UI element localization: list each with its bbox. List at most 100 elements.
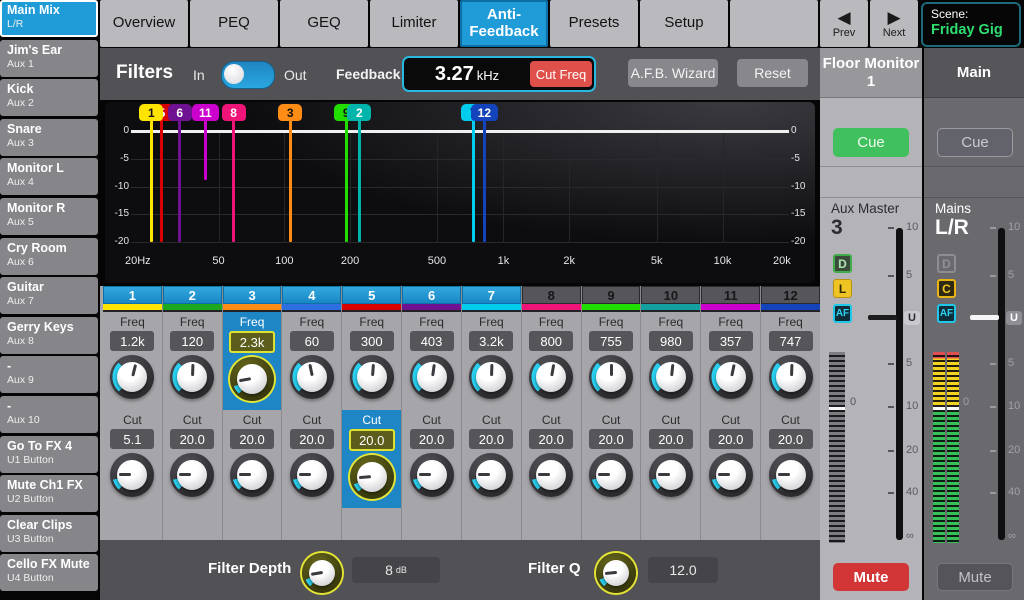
filter-tab-2[interactable]: 2 xyxy=(163,286,222,304)
freq-value-12[interactable]: 747 xyxy=(769,331,813,351)
cut-knob-12[interactable] xyxy=(769,453,813,497)
freq-value-8[interactable]: 800 xyxy=(529,331,573,351)
filter-tab-7[interactable]: 7 xyxy=(462,286,521,304)
filter-q-knob[interactable] xyxy=(596,553,636,593)
filter-depth-value[interactable]: 8dB xyxy=(352,557,440,583)
freq-knob-10[interactable] xyxy=(649,355,693,399)
feedback-marker-tag-12[interactable]: 12 xyxy=(471,104,498,121)
feedback-marker-tag-1[interactable]: 1 xyxy=(139,104,163,121)
sidebar-item-clear-clips[interactable]: Clear ClipsU3 Button xyxy=(0,515,98,552)
freq-value-2[interactable]: 120 xyxy=(170,331,214,351)
filter-tab-6[interactable]: 6 xyxy=(402,286,461,304)
freq-value-9[interactable]: 755 xyxy=(589,331,633,351)
cut-knob-3[interactable] xyxy=(230,453,274,497)
aux-cue-button[interactable]: Cue xyxy=(833,128,909,157)
filter-tab-12[interactable]: 12 xyxy=(761,286,820,304)
main-fader-track[interactable] xyxy=(998,228,1005,540)
filter-tab-11[interactable]: 11 xyxy=(701,286,760,304)
tab-anti-feedback[interactable]: Anti-Feedback xyxy=(460,0,548,47)
freq-value-4[interactable]: 60 xyxy=(290,331,334,351)
sidebar-item-blank[interactable]: -Aux 9 xyxy=(0,356,98,393)
sidebar-item-cry-room[interactable]: Cry RoomAux 6 xyxy=(0,238,98,275)
freq-knob-12[interactable] xyxy=(769,355,813,399)
freq-knob-9[interactable] xyxy=(589,355,633,399)
next-button[interactable]: ▶Next xyxy=(870,0,918,47)
sidebar-item-mute-ch1-fx[interactable]: Mute Ch1 FXU2 Button xyxy=(0,475,98,512)
freq-knob-4[interactable] xyxy=(290,355,334,399)
filters-in-out-toggle[interactable] xyxy=(221,61,275,89)
tab-peq[interactable]: PEQ xyxy=(190,0,278,47)
tab-presets[interactable]: Presets xyxy=(550,0,638,47)
sidebar-item-main-mix[interactable]: Main MixL/R xyxy=(0,0,98,37)
freq-knob-8[interactable] xyxy=(529,355,573,399)
cut-knob-2[interactable] xyxy=(170,453,214,497)
aux-fader-handle[interactable] xyxy=(868,315,897,320)
filter-q-value[interactable]: 12.0 xyxy=(648,557,718,583)
freq-knob-3[interactable] xyxy=(230,357,274,401)
filter-tab-4[interactable]: 4 xyxy=(282,286,341,304)
tab-overview[interactable]: Overview xyxy=(100,0,188,47)
cut-value-12[interactable]: 20.0 xyxy=(769,429,813,449)
cut-value-5[interactable]: 20.0 xyxy=(349,429,395,451)
freq-value-3[interactable]: 2.3k xyxy=(229,331,275,353)
cut-value-8[interactable]: 20.0 xyxy=(529,429,573,449)
sidebar-item-blank[interactable]: -Aux 10 xyxy=(0,396,98,433)
feedback-marker-tag-6[interactable]: 6 xyxy=(168,104,192,121)
prev-button[interactable]: ◀Prev xyxy=(820,0,868,47)
freq-value-1[interactable]: 1.2k xyxy=(110,331,154,351)
filter-tab-3[interactable]: 3 xyxy=(223,286,282,304)
sidebar-item-kick[interactable]: KickAux 2 xyxy=(0,79,98,116)
cut-value-10[interactable]: 20.0 xyxy=(649,429,693,449)
sidebar-item-snare[interactable]: SnareAux 3 xyxy=(0,119,98,156)
feedback-marker-tag-8[interactable]: 8 xyxy=(222,104,246,121)
cut-knob-5[interactable] xyxy=(350,455,394,499)
cut-value-7[interactable]: 20.0 xyxy=(469,429,513,449)
cut-value-2[interactable]: 20.0 xyxy=(170,429,214,449)
cut-knob-6[interactable] xyxy=(410,453,454,497)
feedback-marker-tag-2[interactable]: 2 xyxy=(347,104,371,121)
filter-tab-5[interactable]: 5 xyxy=(342,286,401,304)
cut-knob-8[interactable] xyxy=(529,453,573,497)
filter-tab-1[interactable]: 1 xyxy=(103,286,162,304)
cut-value-4[interactable]: 20.0 xyxy=(290,429,334,449)
filter-depth-knob[interactable] xyxy=(302,553,342,593)
cut-value-6[interactable]: 20.0 xyxy=(410,429,454,449)
tab-limiter[interactable]: Limiter xyxy=(370,0,458,47)
cut-knob-9[interactable] xyxy=(589,453,633,497)
sidebar-item-gerry-keys[interactable]: Gerry KeysAux 8 xyxy=(0,317,98,354)
cut-freq-button[interactable]: Cut Freq xyxy=(530,61,592,87)
sidebar-item-go-to-fx-4[interactable]: Go To FX 4U1 Button xyxy=(0,436,98,473)
main-fader-handle[interactable] xyxy=(970,315,999,320)
cut-value-3[interactable]: 20.0 xyxy=(230,429,274,449)
tab-geq[interactable]: GEQ xyxy=(280,0,368,47)
freq-value-7[interactable]: 3.2k xyxy=(469,331,513,351)
cut-knob-10[interactable] xyxy=(649,453,693,497)
cut-knob-7[interactable] xyxy=(469,453,513,497)
main-cue-button[interactable]: Cue xyxy=(937,128,1013,157)
scene-box[interactable]: Scene: Friday Gig xyxy=(921,2,1021,47)
sidebar-item-monitor-r[interactable]: Monitor RAux 5 xyxy=(0,198,98,235)
sidebar-item-monitor-l[interactable]: Monitor LAux 4 xyxy=(0,158,98,195)
afb-wizard-button[interactable]: A.F.B. Wizard xyxy=(628,59,718,87)
cut-value-9[interactable]: 20.0 xyxy=(589,429,633,449)
cut-knob-1[interactable] xyxy=(110,453,154,497)
cut-value-1[interactable]: 5.1 xyxy=(110,429,154,449)
feedback-marker-tag-3[interactable]: 3 xyxy=(278,104,302,121)
reset-button[interactable]: Reset xyxy=(737,59,808,87)
freq-knob-11[interactable] xyxy=(709,355,753,399)
freq-knob-5[interactable] xyxy=(350,355,394,399)
freq-knob-6[interactable] xyxy=(410,355,454,399)
sidebar-item-guitar[interactable]: GuitarAux 7 xyxy=(0,277,98,314)
sidebar-item-jim-s-ear[interactable]: Jim's EarAux 1 xyxy=(0,40,98,77)
freq-value-5[interactable]: 300 xyxy=(350,331,394,351)
cut-value-11[interactable]: 20.0 xyxy=(709,429,753,449)
main-mute-button[interactable]: Mute xyxy=(937,563,1013,591)
freq-value-6[interactable]: 403 xyxy=(410,331,454,351)
filter-tab-9[interactable]: 9 xyxy=(582,286,641,304)
freq-knob-1[interactable] xyxy=(110,355,154,399)
cut-knob-11[interactable] xyxy=(709,453,753,497)
tab-setup[interactable]: Setup xyxy=(640,0,728,47)
filter-tab-10[interactable]: 10 xyxy=(641,286,700,304)
sidebar-item-cello-fx-mute[interactable]: Cello FX MuteU4 Button xyxy=(0,554,98,591)
filter-tab-8[interactable]: 8 xyxy=(522,286,581,304)
